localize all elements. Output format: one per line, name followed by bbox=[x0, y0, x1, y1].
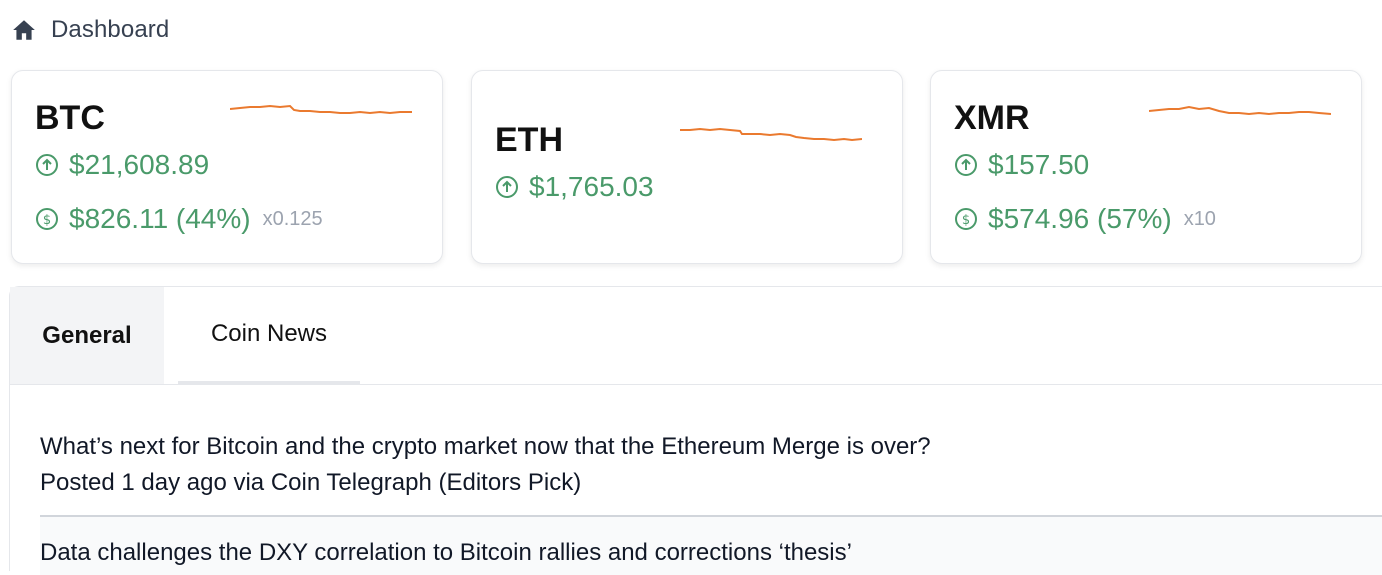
news-headline[interactable]: Data challenges the DXY correlation to B… bbox=[40, 535, 1382, 571]
holding-row: $ $826.11 (44%) x0.125 bbox=[35, 203, 323, 235]
coin-price: $1,765.03 bbox=[529, 171, 654, 202]
coin-card-xmr[interactable]: XMR $157.50 $ $574.96 (57%) x10 bbox=[930, 70, 1362, 264]
holding-multiplier: x10 bbox=[1183, 207, 1216, 230]
sparkline-chart bbox=[1149, 105, 1331, 116]
holding-multiplier: x0.125 bbox=[262, 207, 323, 230]
holding-row: $ $574.96 (57%) x10 bbox=[954, 203, 1216, 235]
dollar-circle-icon: $ bbox=[36, 208, 58, 230]
price-row: $21,608.89 bbox=[35, 149, 209, 181]
arrow-up-circle-icon bbox=[496, 176, 518, 198]
holding-value: $826.11 (44%) bbox=[69, 203, 251, 234]
price-row: $1,765.03 bbox=[495, 171, 654, 203]
svg-text:$: $ bbox=[43, 213, 51, 228]
svg-text:$: $ bbox=[962, 213, 970, 228]
news-item[interactable]: Data challenges the DXY correlation to B… bbox=[40, 515, 1382, 575]
coin-symbol: ETH bbox=[495, 121, 563, 159]
coin-card-btc[interactable]: BTC $21,608.89 $ $826.11 (44%) x0.125 bbox=[11, 70, 443, 264]
news-item[interactable]: What’s next for Bitcoin and the crypto m… bbox=[40, 429, 1382, 501]
home-icon[interactable] bbox=[11, 17, 37, 43]
tab-general[interactable]: General bbox=[10, 287, 164, 384]
news-panel: General Coin News What’s next for Bitcoi… bbox=[9, 286, 1382, 575]
arrow-up-circle-icon bbox=[36, 154, 58, 176]
price-row: $157.50 bbox=[954, 149, 1089, 181]
coin-symbol: BTC bbox=[35, 99, 105, 137]
holding-value: $574.96 (57%) bbox=[988, 203, 1172, 234]
news-headline[interactable]: What’s next for Bitcoin and the crypto m… bbox=[40, 429, 1382, 465]
coin-card-eth[interactable]: ETH $1,765.03 bbox=[471, 70, 903, 264]
news-meta: Posted 1 day ago via Coin Telegraph (Edi… bbox=[40, 469, 582, 496]
sparkline-chart bbox=[680, 127, 862, 142]
page-title: Dashboard bbox=[51, 16, 170, 43]
coin-price: $21,608.89 bbox=[69, 149, 210, 180]
sparkline-chart bbox=[230, 104, 412, 115]
dollar-circle-icon: $ bbox=[955, 208, 977, 230]
breadcrumb: Dashboard bbox=[11, 16, 169, 44]
arrow-up-circle-icon bbox=[955, 154, 977, 176]
coin-symbol: XMR bbox=[954, 99, 1030, 137]
coin-price: $157.50 bbox=[988, 149, 1090, 180]
tab-coin-news[interactable]: Coin News bbox=[178, 287, 360, 384]
tab-bar: General Coin News bbox=[10, 287, 1382, 385]
